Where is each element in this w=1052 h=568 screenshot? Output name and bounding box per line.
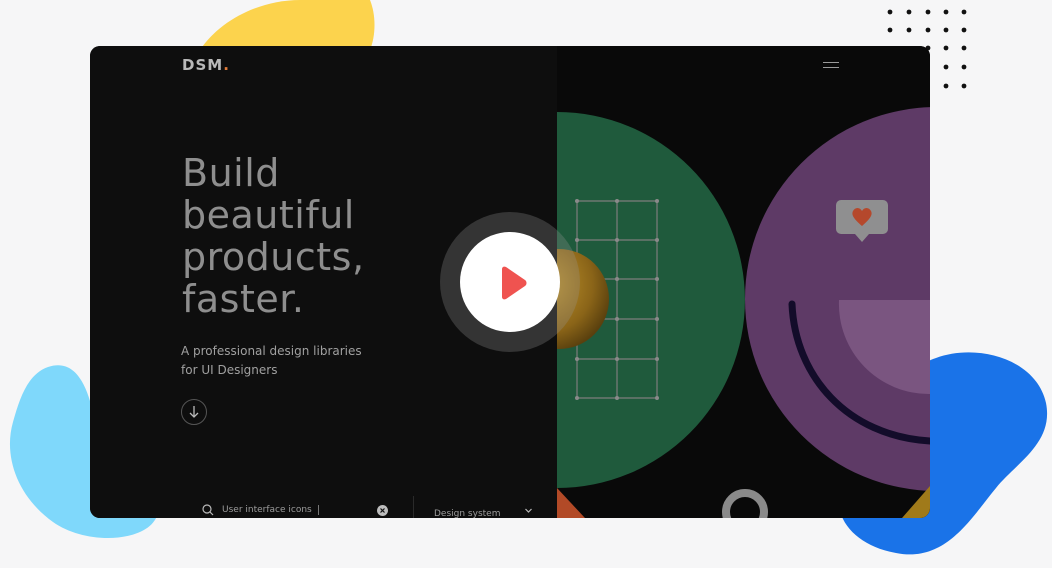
text-cursor — [318, 505, 319, 515]
search-bar: Design system — [200, 496, 560, 518]
play-icon — [502, 266, 527, 300]
brand-dot: . — [223, 56, 230, 74]
search-input[interactable] — [222, 503, 332, 517]
headline-line-3: products, — [182, 235, 365, 279]
subtitle-line-1: A professional design libraries — [181, 344, 362, 358]
chevron-down-icon — [525, 508, 532, 513]
brand-name: DSM — [182, 56, 224, 74]
brand-logo[interactable]: DSM. — [182, 56, 230, 74]
search-divider — [413, 496, 414, 518]
menu-icon[interactable] — [823, 62, 839, 70]
clear-icon[interactable] — [377, 505, 388, 516]
hero-subtitle: A professional design libraries for UI D… — [181, 342, 401, 380]
category-select-value: Design system — [434, 509, 501, 518]
headline-line-1: Build — [182, 151, 280, 195]
arrow-down-icon — [189, 406, 199, 418]
scroll-down-button[interactable] — [181, 399, 207, 425]
screenshot-frame: DSM. Build beautiful products, faster. A… — [90, 46, 930, 518]
category-select[interactable]: Design system — [434, 503, 534, 518]
headline-line-4: faster. — [182, 277, 305, 321]
hero-illustration — [557, 46, 930, 518]
headline-line-2: beautiful — [182, 193, 355, 237]
hero-headline: Build beautiful products, faster. — [182, 152, 482, 320]
search-icon — [202, 504, 214, 516]
play-video-button[interactable] — [440, 212, 580, 352]
subtitle-line-2: for UI Designers — [181, 363, 278, 377]
purple-face — [745, 107, 930, 491]
